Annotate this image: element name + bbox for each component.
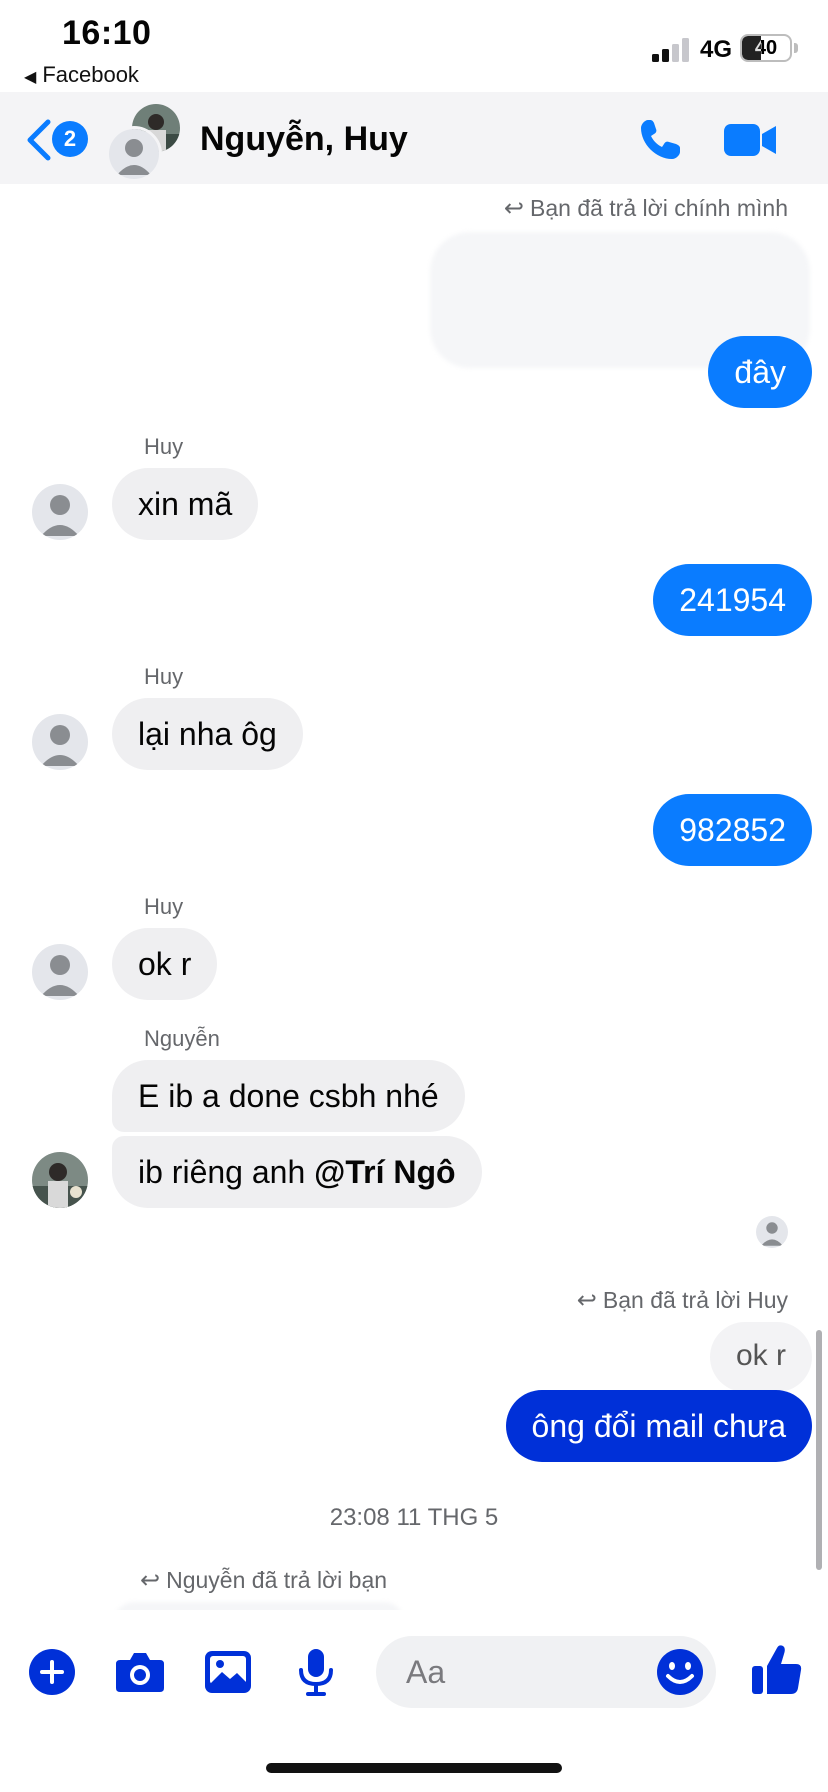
message-outgoing[interactable]: đây xyxy=(708,336,812,408)
quoted-reply[interactable]: ok r xyxy=(709,1322,812,1392)
reply-note-text: Bạn đã trả lời chính mình xyxy=(530,195,788,221)
emoji-icon[interactable] xyxy=(654,1646,706,1698)
reply-arrow-icon: ↩ xyxy=(576,1287,597,1314)
status-time: 16:10 xyxy=(62,14,152,52)
battery-percent: 40 xyxy=(754,37,778,59)
thumbs-up-icon[interactable] xyxy=(750,1642,804,1698)
message-outgoing[interactable]: ông đổi mail chưa xyxy=(505,1390,812,1462)
message-incoming-mention[interactable]: ib riêng anh @Trí Ngô xyxy=(112,1136,482,1208)
avatar-default[interactable] xyxy=(32,714,88,770)
reply-arrow-icon: ↩ xyxy=(503,195,524,222)
message-incoming[interactable]: lại nha ôg xyxy=(112,698,303,770)
unread-badge[interactable]: 2 xyxy=(52,121,88,157)
message-outgoing[interactable]: 241954 xyxy=(653,564,812,636)
microphone-icon[interactable] xyxy=(290,1646,342,1698)
message-incoming[interactable]: xin mã xyxy=(112,468,259,540)
reply-note: ↩ Bạn đã trả lời Huy xyxy=(577,1286,788,1315)
avatar-default[interactable] xyxy=(32,484,88,540)
reply-note-text: Nguyễn đã trả lời bạn xyxy=(166,1567,388,1593)
message-incoming[interactable]: E ib a done csbh nhé xyxy=(112,1060,465,1132)
timestamp: 23:08 11 THG 5 xyxy=(329,1504,499,1531)
message-incoming[interactable]: ok r xyxy=(112,928,218,1000)
reply-note: ↩ Nguyễn đã trả lời bạn xyxy=(140,1566,387,1595)
message-text: ib riêng anh xyxy=(138,1154,315,1190)
battery-icon: 40 xyxy=(740,34,792,62)
back-app-label: Facebook xyxy=(42,62,139,87)
video-camera-icon[interactable] xyxy=(722,120,778,160)
camera-icon[interactable] xyxy=(114,1646,166,1698)
plus-icon[interactable] xyxy=(26,1646,78,1698)
signal-icon xyxy=(652,38,689,62)
group-avatar-default[interactable] xyxy=(106,126,162,182)
avatar-photo[interactable] xyxy=(32,1152,88,1208)
message-outgoing[interactable]: 982852 xyxy=(653,794,812,866)
read-receipt-avatar xyxy=(756,1216,788,1248)
mention-link[interactable]: @Trí Ngô xyxy=(314,1154,455,1190)
back-chevron-icon[interactable] xyxy=(24,118,54,162)
photo-icon[interactable] xyxy=(202,1646,254,1698)
battery-tip xyxy=(794,43,798,53)
home-indicator xyxy=(266,1763,562,1773)
back-to-app-link[interactable]: ◀ Facebook xyxy=(24,62,139,88)
sender-name: Huy xyxy=(144,894,184,919)
back-triangle-icon: ◀ xyxy=(24,69,37,86)
reply-note-text: Bạn đã trả lời Huy xyxy=(602,1287,788,1313)
avatar-default[interactable] xyxy=(32,944,88,1000)
sender-name: Huy xyxy=(144,664,184,689)
phone-icon[interactable] xyxy=(636,116,684,164)
sender-name: Nguyễn xyxy=(144,1026,220,1051)
scrollbar[interactable] xyxy=(816,1330,822,1570)
reply-note: ↩ Bạn đã trả lời chính mình xyxy=(504,194,788,223)
conversation-title[interactable]: Nguyễn, Huy xyxy=(200,120,408,159)
network-type: 4G xyxy=(700,36,733,63)
reply-arrow-icon: ↩ xyxy=(140,1567,161,1594)
sender-name: Huy xyxy=(144,434,184,459)
